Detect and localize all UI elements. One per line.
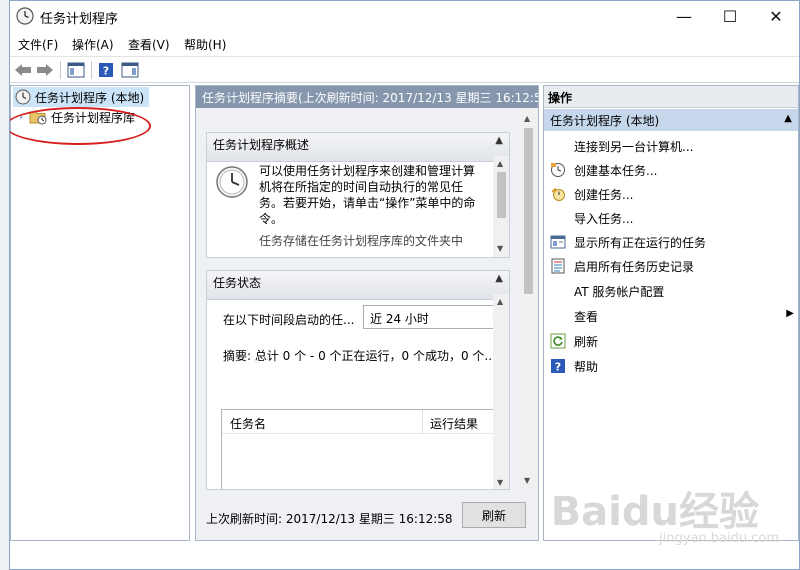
overview-text-more: 任务存储在任务计划程序库的文件夹中: [259, 234, 464, 248]
collapse-arrow-icon[interactable]: ▲: [495, 135, 503, 146]
column-header-task-name[interactable]: 任务名: [230, 415, 266, 432]
task-status-title: 任务状态: [213, 276, 262, 290]
action-pane-icon: [121, 62, 139, 78]
toolbar-separator: [60, 61, 61, 79]
maximize-button[interactable]: ☐: [707, 1, 753, 31]
back-button[interactable]: [12, 60, 34, 80]
menu-help[interactable]: 帮助(H): [180, 36, 230, 53]
period-dropdown[interactable]: 近 24 小时 ⌵: [363, 305, 507, 329]
forward-arrow-icon: [37, 64, 53, 76]
forward-button[interactable]: [34, 60, 56, 80]
overview-scrollbar[interactable]: ▲ ▼: [493, 156, 509, 257]
overview-section: 任务计划程序概述 ▲ 可以使用任务计划程序来创建和管理计算机将在所指定的时间自动…: [206, 132, 510, 258]
scroll-up-icon[interactable]: ▲: [497, 297, 503, 306]
history-icon: [550, 258, 566, 274]
menu-view[interactable]: 查看(V): [124, 36, 174, 53]
scroll-up-icon[interactable]: ▲: [524, 114, 530, 123]
running-tasks-icon: [550, 234, 566, 250]
refresh-button[interactable]: 刷新: [462, 502, 526, 528]
clock-large-icon: [216, 166, 248, 198]
tree-item-root[interactable]: 任务计划程序 (本地): [13, 87, 149, 107]
create-task-icon: [550, 186, 566, 202]
scroll-up-icon[interactable]: ▲: [497, 159, 503, 168]
menu-action[interactable]: 操作(A): [68, 36, 118, 53]
svg-text:?: ?: [103, 65, 109, 78]
show-hide-console-tree-button[interactable]: [65, 60, 87, 80]
action-help[interactable]: ? 帮助: [550, 356, 598, 376]
console-tree-icon: [67, 62, 85, 78]
back-arrow-icon: [15, 64, 31, 76]
scroll-down-icon[interactable]: ▼: [524, 476, 530, 485]
toolbar: ?: [10, 56, 799, 83]
close-button[interactable]: ✕: [753, 1, 799, 31]
refresh-icon: [550, 333, 566, 349]
action-connect-computer[interactable]: 连接到另一台计算机...: [550, 136, 693, 156]
menu-file[interactable]: 文件(F): [14, 36, 62, 53]
baidu-watermark-url: jingyan.baidu.com: [659, 531, 779, 546]
actions-header: 操作: [544, 86, 798, 108]
task-status-header[interactable]: 任务状态 ▲: [207, 271, 509, 300]
window-title: 任务计划程序: [40, 12, 119, 27]
column-header-run-result[interactable]: 运行结果: [430, 415, 478, 432]
clock-icon: [15, 89, 31, 105]
column-divider: [422, 410, 423, 434]
actions-group-header[interactable]: 任务计划程序 (本地) ▲: [544, 109, 798, 131]
task-list-table: 任务名 运行结果 运: [221, 409, 509, 489]
table-header-row: 任务名 运行结果 运: [222, 410, 509, 434]
clock-icon: [16, 7, 34, 25]
action-import-task[interactable]: 导入任务...: [550, 208, 633, 228]
actions-pane: 操作 任务计划程序 (本地) ▲ 连接到另一台计算机... 创建基本任务... …: [543, 85, 799, 541]
scroll-down-icon[interactable]: ▼: [497, 244, 503, 253]
last-refresh-text: 上次刷新时间: 2017/12/13 星期三 16:12:58: [206, 512, 453, 526]
console-tree: 任务计划程序 (本地) › 任务计划程序库: [10, 85, 190, 541]
action-view-submenu[interactable]: 查看 ▶: [550, 306, 794, 326]
overview-text: 可以使用任务计划程序来创建和管理计算机将在所指定的时间自动执行的常见任务。若要开…: [259, 164, 476, 226]
action-enable-history[interactable]: 启用所有任务历史记录: [550, 256, 694, 276]
submenu-arrow-icon: ▶: [786, 308, 794, 319]
create-basic-task-icon: [550, 162, 566, 178]
scroll-thumb[interactable]: [497, 172, 506, 218]
task-status-section: 任务状态 ▲ 在以下时间段启动的任... 近 24 小时 ⌵ 摘要: 总计 0 …: [206, 270, 510, 490]
summary-pane: 任务计划程序摘要(上次刷新时间: 2017/12/13 星期三 16:12:58…: [195, 85, 539, 541]
collapse-arrow-icon[interactable]: ▲: [495, 273, 503, 284]
status-summary: 摘要: 总计 0 个 - 0 个正在运行，0 个成功，0 个...: [223, 349, 496, 363]
action-refresh[interactable]: 刷新: [550, 331, 598, 351]
scroll-thumb[interactable]: [524, 128, 533, 294]
action-create-basic-task[interactable]: 创建基本任务...: [550, 160, 657, 180]
period-dropdown-value: 近 24 小时: [370, 312, 429, 326]
overview-section-header[interactable]: 任务计划程序概述 ▲: [207, 133, 509, 162]
minimize-button[interactable]: —: [661, 1, 707, 31]
baidu-watermark: Baidu经验: [550, 489, 759, 535]
tree-item-root-label: 任务计划程序 (本地): [35, 90, 145, 105]
scroll-down-icon[interactable]: ▼: [497, 478, 503, 487]
overview-title: 任务计划程序概述: [213, 138, 310, 152]
menu-bar: 文件(F) 操作(A) 查看(V) 帮助(H): [10, 33, 799, 55]
summary-header: 任务计划程序摘要(上次刷新时间: 2017/12/13 星期三 16:12:58…: [196, 86, 538, 108]
period-label: 在以下时间段启动的任...: [223, 313, 355, 327]
task-scheduler-window: 任务计划程序 — ☐ ✕ 文件(F) 操作(A) 查看(V) 帮助(H) ? 任…: [9, 0, 800, 570]
action-at-service-config[interactable]: AT 服务帐户配置: [550, 281, 664, 301]
actions-group-title: 任务计划程序 (本地): [550, 114, 660, 128]
action-show-running-tasks[interactable]: 显示所有正在运行的任务: [550, 232, 706, 252]
red-annotation-ellipse: [10, 107, 151, 145]
status-scrollbar[interactable]: ▲ ▼: [493, 294, 509, 489]
show-hide-action-pane-button[interactable]: [119, 60, 141, 80]
title-bar: 任务计划程序 — ☐ ✕: [10, 1, 799, 31]
svg-text:?: ?: [555, 361, 561, 374]
summary-footer: 上次刷新时间: 2017/12/13 星期三 16:12:58 刷新: [196, 492, 538, 540]
action-create-task[interactable]: 创建任务...: [550, 184, 633, 204]
help-icon: ?: [550, 358, 566, 374]
help-icon: ?: [99, 63, 113, 78]
summary-scrollbar[interactable]: ▲ ▼: [520, 110, 537, 490]
help-toolbar-button[interactable]: ?: [95, 60, 117, 80]
collapse-arrow-icon[interactable]: ▲: [784, 113, 792, 124]
toolbar-separator: [91, 61, 92, 79]
